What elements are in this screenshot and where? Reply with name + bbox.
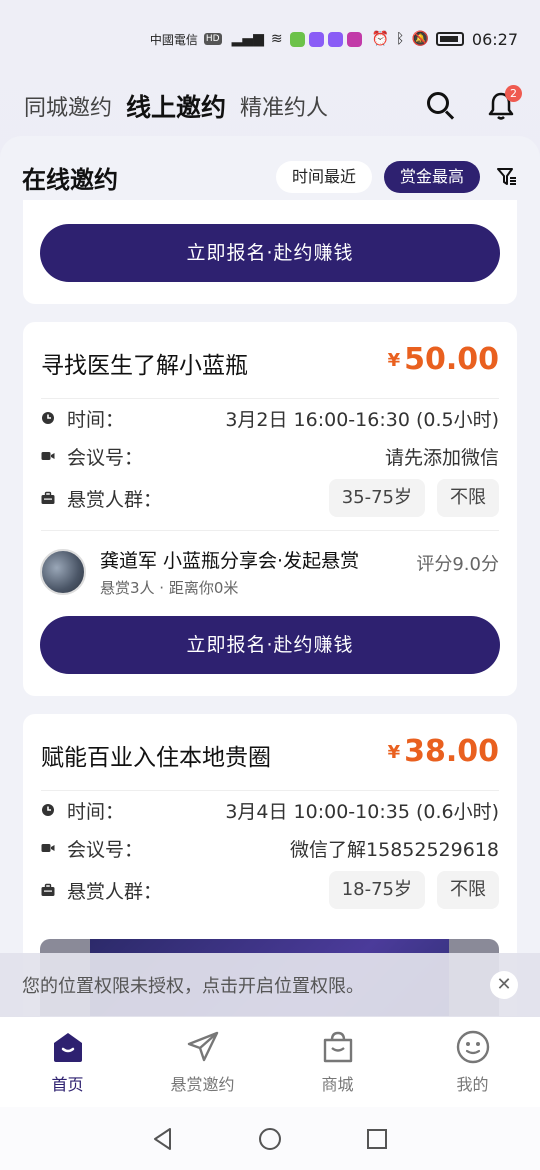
close-icon[interactable]: ✕ bbox=[490, 971, 518, 999]
gender-tag: 不限 bbox=[437, 871, 499, 909]
audience-row: 悬赏人群： 35-75岁 不限 bbox=[41, 478, 499, 518]
signal-icon: ▂▄▆ bbox=[231, 31, 264, 47]
price-value: 38.00 bbox=[404, 734, 499, 769]
video-icon bbox=[41, 844, 55, 852]
back-icon[interactable] bbox=[150, 1126, 176, 1152]
time-row: 时间： 3月4日 10:00-10:35 (0.6小时) bbox=[41, 790, 499, 830]
panel-title: 在线邀约 bbox=[22, 165, 118, 194]
home-icon bbox=[53, 1033, 82, 1062]
price-value: 50.00 bbox=[404, 342, 499, 377]
time-label: 时间： bbox=[67, 408, 125, 431]
battery-icon bbox=[435, 32, 464, 46]
meeting-row: 会议号： 微信了解15852529618 bbox=[41, 828, 499, 868]
meeting-row: 会议号： 请先添加微信 bbox=[41, 436, 499, 476]
time-label: 时间： bbox=[67, 800, 125, 823]
meeting-value: 微信了解15852529618 bbox=[290, 838, 499, 861]
notification-button[interactable]: 2 bbox=[486, 85, 522, 121]
sort-options: 时间最近 赏金最高 bbox=[275, 161, 518, 193]
meeting-label: 会议号： bbox=[67, 838, 144, 861]
bottom-nav: 首页 悬赏邀约 商城 我的 bbox=[0, 1017, 540, 1107]
top-header: 同城邀约 线上邀约 精准约人 2 bbox=[0, 78, 540, 134]
wifi-icon: ≋ bbox=[270, 31, 283, 47]
meeting-value: 请先添加微信 bbox=[384, 446, 499, 469]
app-notif-icon bbox=[308, 31, 324, 47]
host-main: 龚道军 小蓝瓶分享会·发起悬赏 悬赏3人 · 距离你0米 bbox=[100, 546, 416, 598]
location-permission-toast[interactable]: 您的位置权限未授权，点击开启位置权限。 ✕ bbox=[0, 953, 540, 1017]
host-name: 龚道军 小蓝瓶分享会·发起悬赏 bbox=[100, 550, 360, 572]
mute-icon: 🔕 bbox=[411, 31, 429, 47]
audience-label: 悬赏人群： bbox=[67, 880, 163, 903]
search-icon[interactable] bbox=[426, 91, 456, 121]
status-bar: 中國電信 HD ▂▄▆ ≋ ⏰ ᛒ 🔕 06:27 bbox=[0, 0, 540, 78]
bluetooth-icon: ᛒ bbox=[396, 31, 405, 47]
host-score: 评分9.0分 bbox=[416, 554, 499, 575]
invite-card: 立即报名·赴约赚钱 bbox=[23, 200, 517, 304]
notification-badge: 2 bbox=[505, 85, 522, 102]
clock: 06:27 bbox=[471, 29, 518, 49]
nav-home[interactable]: 首页 bbox=[0, 1017, 135, 1107]
audience-tags: 18-75岁 不限 bbox=[317, 871, 499, 909]
invite-panel: 在线邀约 时间最近 赏金最高 立即报名·赴约赚钱 寻找医生了解小蓝瓶 ¥50.0… bbox=[0, 136, 540, 1016]
audience-label: 悬赏人群： bbox=[67, 488, 163, 511]
nav-label: 首页 bbox=[51, 1075, 84, 1094]
home-circle-icon[interactable] bbox=[257, 1126, 283, 1152]
briefcase-icon bbox=[41, 491, 55, 504]
tab-local-invite[interactable]: 同城邀约 bbox=[24, 90, 112, 122]
age-tag: 35-75岁 bbox=[328, 479, 425, 517]
clock-icon bbox=[42, 804, 54, 816]
filter-icon[interactable] bbox=[496, 166, 518, 188]
time-value: 3月2日 16:00-16:30 (0.5小时) bbox=[225, 408, 499, 431]
app-notif-icon bbox=[289, 31, 305, 47]
time-value: 3月4日 10:00-10:35 (0.6小时) bbox=[225, 800, 499, 823]
age-tag: 18-75岁 bbox=[328, 871, 425, 909]
nav-label: 悬赏邀约 bbox=[170, 1075, 235, 1094]
card-price: ¥38.00 bbox=[388, 734, 499, 769]
signup-button[interactable]: 立即报名·赴约赚钱 bbox=[40, 616, 500, 674]
smile-icon bbox=[456, 1030, 489, 1064]
shopping-bag-icon bbox=[323, 1031, 352, 1063]
nav-reward-invite[interactable]: 悬赏邀约 bbox=[135, 1017, 270, 1107]
gender-tag: 不限 bbox=[437, 479, 499, 517]
recents-icon[interactable] bbox=[364, 1126, 390, 1152]
signup-button[interactable]: 立即报名·赴约赚钱 bbox=[40, 224, 500, 282]
nav-label: 我的 bbox=[456, 1075, 489, 1094]
tab-online-invite[interactable]: 线上邀约 bbox=[126, 88, 226, 124]
tab-precise-invite[interactable]: 精准约人 bbox=[240, 90, 328, 122]
host-info[interactable]: 龚道军 小蓝瓶分享会·发起悬赏 悬赏3人 · 距离你0米 评分9.0分 bbox=[40, 542, 499, 602]
card-title: 寻找医生了解小蓝瓶 bbox=[41, 353, 248, 379]
video-icon bbox=[41, 452, 55, 460]
header-actions: 2 bbox=[426, 85, 522, 121]
briefcase-icon bbox=[41, 883, 55, 896]
nav-mall[interactable]: 商城 bbox=[270, 1017, 405, 1107]
currency-symbol: ¥ bbox=[387, 350, 401, 371]
clock-icon bbox=[42, 412, 54, 424]
currency-symbol: ¥ bbox=[387, 742, 401, 763]
app-screen: 中國電信 HD ▂▄▆ ≋ ⏰ ᛒ 🔕 06:27 同城邀约 线上邀约 精准约人… bbox=[0, 0, 540, 1170]
toast-text[interactable]: 您的位置权限未授权，点击开启位置权限。 bbox=[22, 972, 490, 998]
nav-label: 商城 bbox=[321, 1075, 354, 1094]
card-title: 赋能百业入住本地贵圈 bbox=[41, 745, 271, 771]
hd-badge: HD bbox=[203, 33, 222, 45]
app-notif-icon bbox=[346, 31, 362, 47]
send-icon bbox=[187, 1031, 218, 1062]
avatar[interactable] bbox=[40, 549, 86, 595]
audience-tags: 35-75岁 不限 bbox=[317, 479, 499, 517]
nav-profile[interactable]: 我的 bbox=[405, 1017, 540, 1107]
sort-latest[interactable]: 时间最近 bbox=[275, 161, 372, 193]
meeting-label: 会议号： bbox=[67, 446, 144, 469]
host-sub: 悬赏3人 · 距离你0米 bbox=[100, 579, 239, 597]
divider bbox=[41, 530, 499, 531]
time-row: 时间： 3月2日 16:00-16:30 (0.5小时) bbox=[41, 398, 499, 438]
sort-highest-reward[interactable]: 赏金最高 bbox=[383, 161, 480, 193]
system-nav-bar bbox=[0, 1107, 540, 1170]
carrier-name: 中國電信 bbox=[149, 32, 198, 47]
card-price: ¥50.00 bbox=[388, 342, 499, 377]
app-notif-icon bbox=[327, 31, 343, 47]
invite-card[interactable]: 寻找医生了解小蓝瓶 ¥50.00 时间： 3月2日 16:00-16:30 (0… bbox=[23, 322, 517, 696]
audience-row: 悬赏人群： 18-75岁 不限 bbox=[41, 870, 499, 910]
alarm-icon: ⏰ bbox=[371, 31, 390, 47]
